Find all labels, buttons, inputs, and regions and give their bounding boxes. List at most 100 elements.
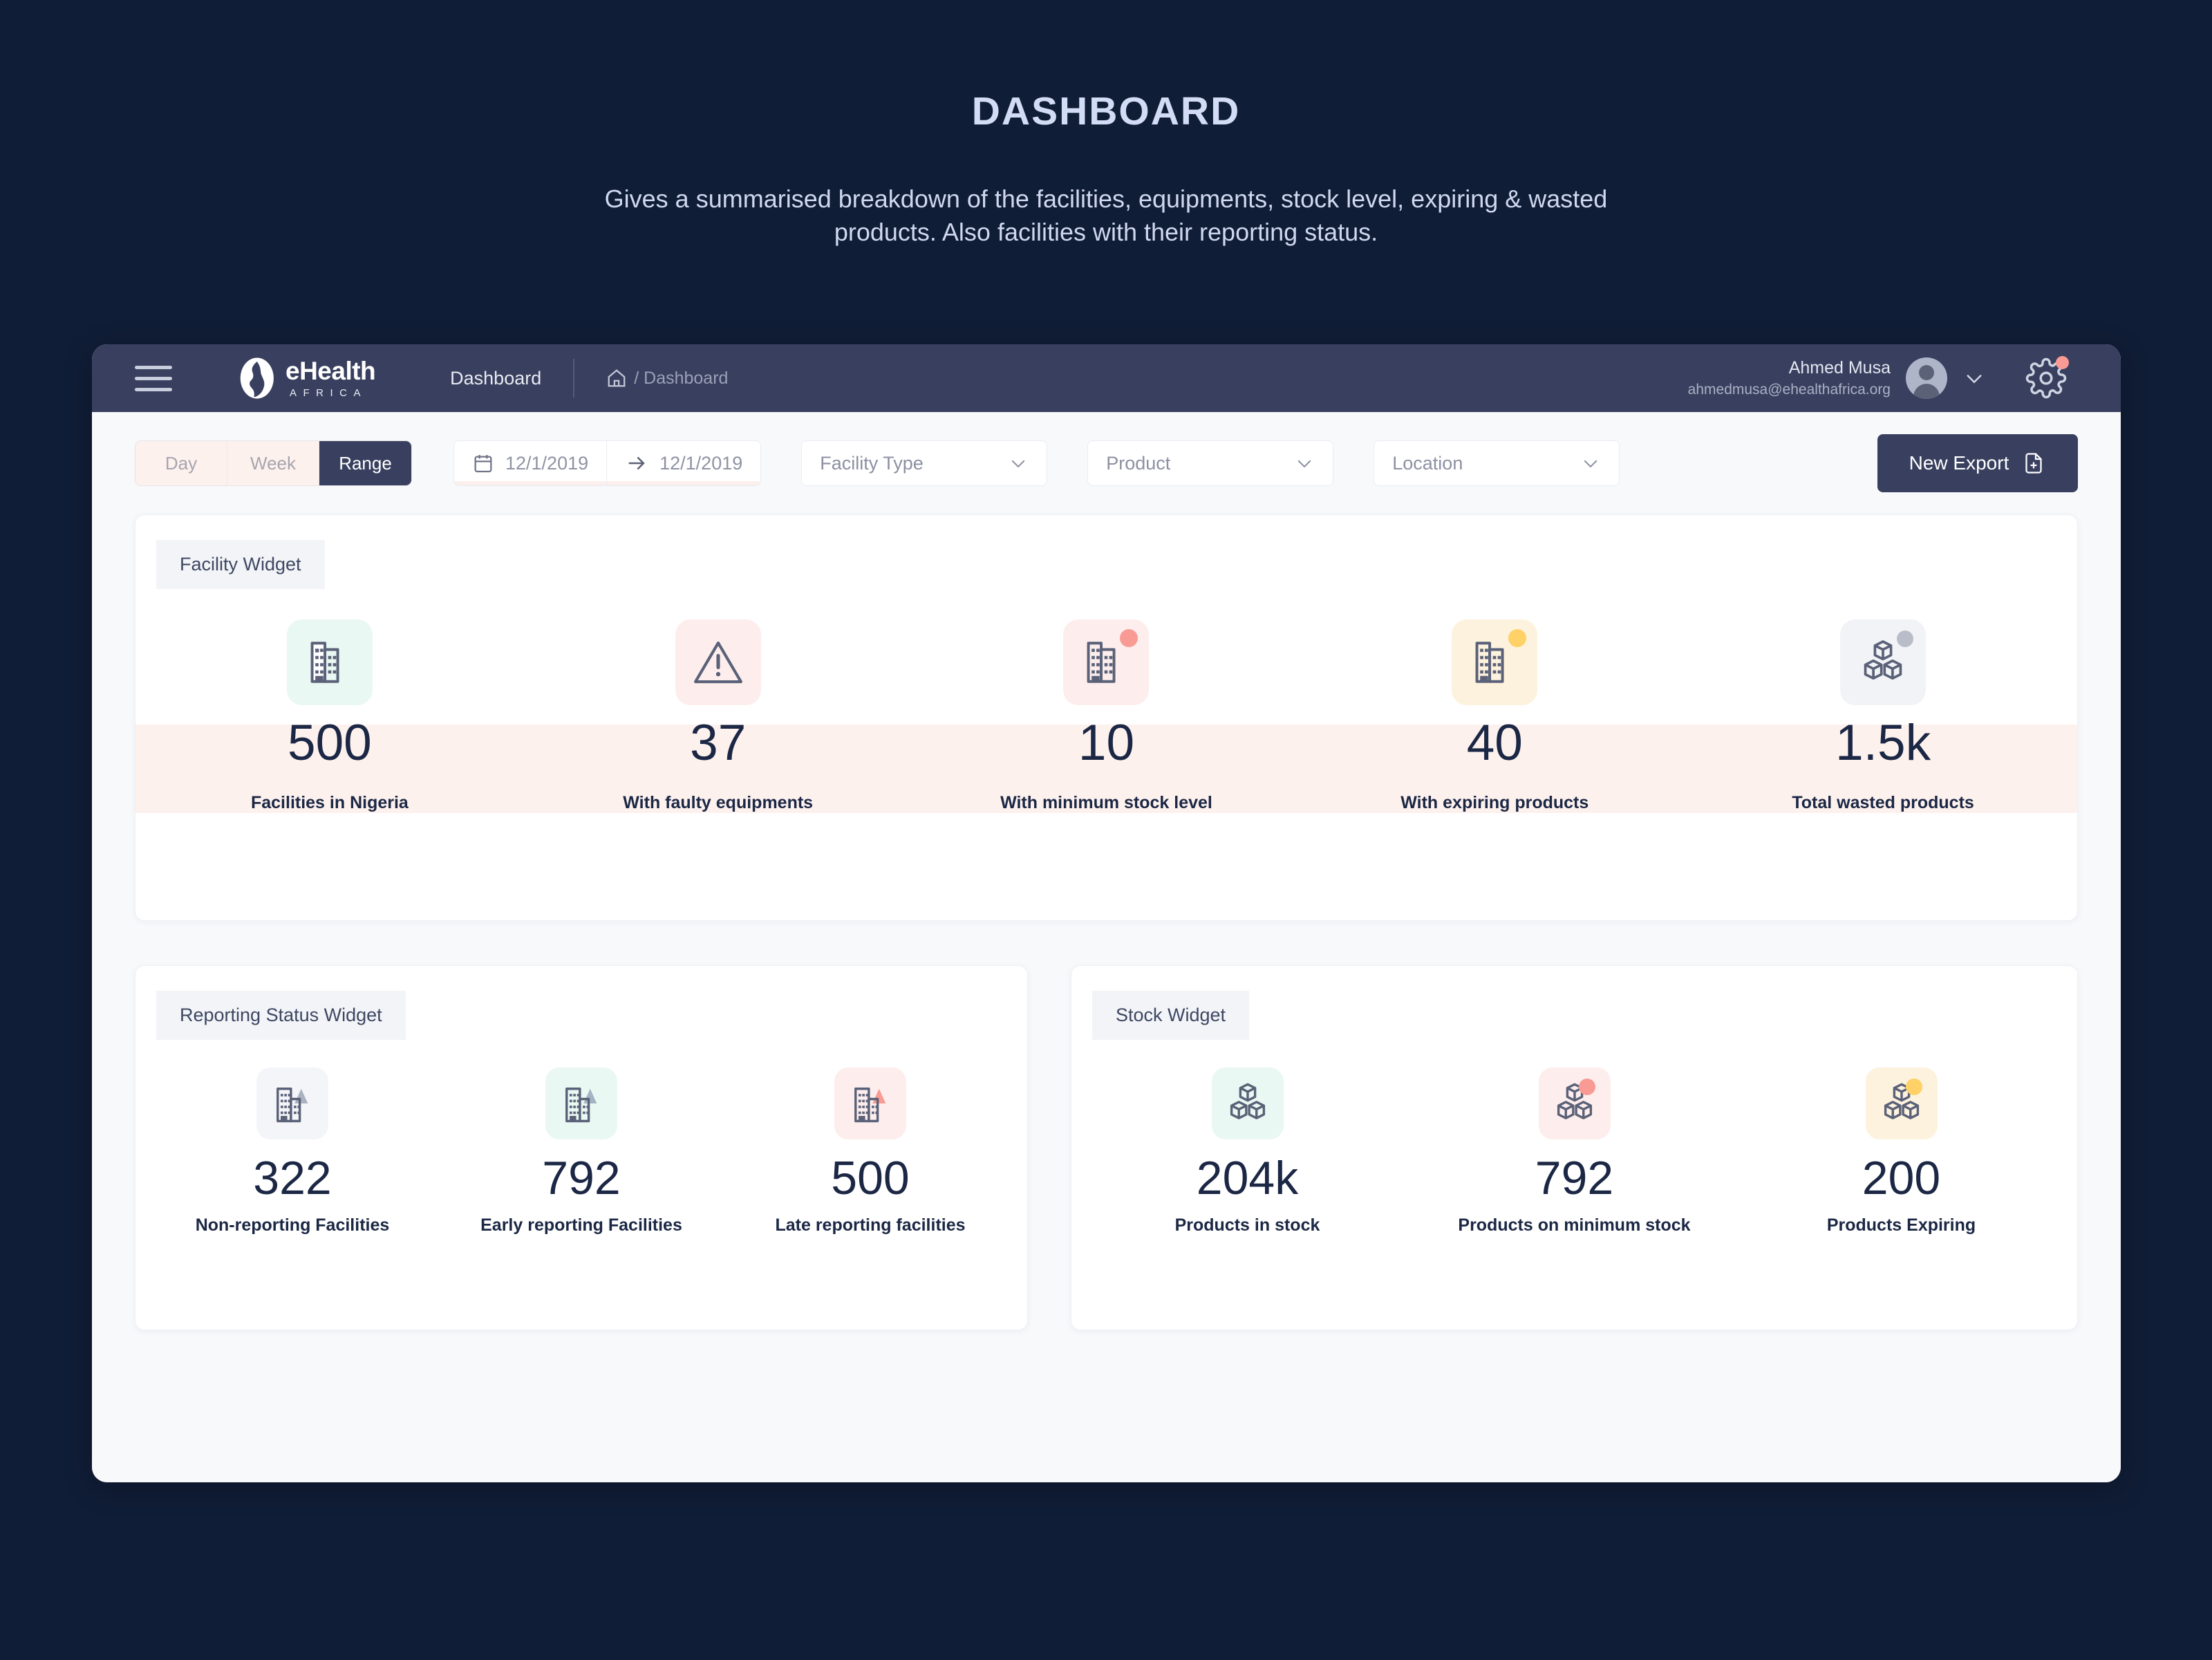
brand-name: eHealth: [285, 356, 376, 385]
status-badge: [1508, 629, 1527, 647]
reporting-stat-row: 322 Non-reporting Facilities 792 Early r…: [135, 1067, 1027, 1235]
boxes-icon: [1840, 619, 1927, 705]
user-meta: Ahmed Musa ahmedmusa@ehealthafrica.org: [1688, 357, 1891, 400]
boxes-icon: [1538, 1067, 1611, 1139]
stat-label: Products Expiring: [1826, 1215, 1976, 1235]
chevron-down-icon[interactable]: [1962, 366, 1986, 390]
status-badge: [1897, 631, 1914, 647]
stat-value: 200: [1862, 1152, 1941, 1204]
breadcrumb-text: / Dashboard: [634, 368, 729, 388]
stat-facilities-in-nigeria[interactable]: 500 Facilities in Nigeria: [135, 619, 524, 813]
ehealth-globe-icon: [240, 357, 274, 399]
stock-stat-row: 204k Products in stock 792 Products on m…: [1071, 1067, 2077, 1235]
settings-button[interactable]: [2025, 356, 2069, 399]
facility-widget-card: Facility Widget 500 Facilities in Nigeri…: [135, 514, 2078, 921]
page-root: DASHBOARD Gives a summarised breakdown o…: [0, 0, 2212, 1660]
stat-value: 40: [1466, 715, 1523, 771]
select-location[interactable]: Location: [1374, 440, 1620, 486]
breadcrumb: / Dashboard: [606, 368, 728, 389]
segment-range[interactable]: Range: [319, 441, 411, 485]
stock-widget-card: Stock Widget 204k Products in stock 792 …: [1071, 965, 2078, 1330]
select-location-label: Location: [1392, 452, 1463, 474]
stat-label: Early reporting Facilities: [480, 1215, 682, 1235]
brand-text: eHealth AFRICA: [285, 356, 376, 399]
stat-products-in-stock[interactable]: 204k Products in stock: [1084, 1067, 1411, 1235]
facility-widget-body: 500 Facilities in Nigeria 37 With faulty…: [135, 589, 2077, 813]
building-icon: [1063, 619, 1150, 705]
page-title: DASHBOARD: [971, 89, 1241, 133]
hero-section: DASHBOARD Gives a summarised breakdown o…: [0, 0, 2212, 249]
stat-label: Non-reporting Facilities: [195, 1215, 390, 1235]
stat-label: Late reporting facilities: [775, 1215, 966, 1235]
file-plus-icon: [2025, 453, 2042, 474]
stat-products-expiring[interactable]: 200 Products Expiring: [1738, 1067, 2065, 1235]
stat-label: With faulty equipments: [623, 793, 814, 812]
filter-bar: Day Week Range 12/1/2019 12/1/2019 Facil…: [135, 412, 2078, 514]
select-product[interactable]: Product: [1087, 440, 1334, 486]
reporting-status-widget-card: Reporting Status Widget 322 Non-reportin…: [135, 965, 1028, 1330]
stat-minimum-stock-level[interactable]: 10 With minimum stock level: [912, 619, 1301, 813]
stock-widget-tag: Stock Widget: [1092, 991, 1250, 1040]
stat-faulty-equipments[interactable]: 37 With faulty equipments: [524, 619, 912, 813]
status-badge: [1120, 629, 1138, 647]
segment-week[interactable]: Week: [227, 441, 319, 485]
date-end-value: 12/1/2019: [659, 452, 743, 474]
reporting-widget-tag: Reporting Status Widget: [156, 991, 406, 1040]
settings-notification-badge: [2056, 356, 2069, 369]
boxes-icon: [1865, 1067, 1938, 1139]
stat-value: 204k: [1196, 1152, 1299, 1204]
user-menu[interactable]: Ahmed Musa ahmedmusa@ehealthafrica.org: [1688, 357, 1986, 400]
home-icon[interactable]: [606, 368, 627, 389]
date-range-inputs: 12/1/2019 12/1/2019: [453, 440, 762, 486]
facility-stat-row: 500 Facilities in Nigeria 37 With faulty…: [135, 619, 2077, 813]
stat-label: Products on minimum stock: [1458, 1215, 1691, 1235]
stock-widget-body: 204k Products in stock 792 Products on m…: [1071, 1040, 2077, 1235]
nav-divider: [573, 359, 575, 398]
date-end-input[interactable]: 12/1/2019: [606, 441, 761, 485]
chevron-down-icon: [1297, 460, 1311, 468]
top-navigation-bar: eHealth AFRICA Dashboard / Dashboard Ahm…: [92, 344, 2121, 412]
stat-label: Total wasted products: [1792, 793, 1974, 812]
stat-products-on-minimum-stock[interactable]: 792 Products on minimum stock: [1411, 1067, 1738, 1235]
lower-widgets-row: Reporting Status Widget 322 Non-reportin…: [135, 965, 2078, 1330]
brand-logo-group: eHealth AFRICA: [234, 354, 376, 402]
select-facility-type[interactable]: Facility Type: [801, 440, 1048, 486]
building-triangle-icon: [834, 1067, 906, 1139]
boxes-icon: [1211, 1067, 1284, 1139]
user-name: Ahmed Musa: [1788, 357, 1891, 377]
stat-value: 1.5k: [1835, 715, 1931, 771]
stat-value: 10: [1078, 715, 1135, 771]
hamburger-icon[interactable]: [135, 365, 172, 391]
stat-early-reporting-facilities[interactable]: 792 Early reporting Facilities: [437, 1067, 726, 1235]
segment-day[interactable]: Day: [135, 441, 227, 485]
stat-non-reporting-facilities[interactable]: 322 Non-reporting Facilities: [148, 1067, 437, 1235]
building-icon: [1452, 619, 1538, 705]
date-start-value: 12/1/2019: [505, 452, 589, 474]
building-triangle-icon: [545, 1067, 617, 1139]
warning-triangle-icon: [675, 619, 761, 705]
stat-label: With expiring products: [1400, 793, 1589, 812]
date-range-segmented-control: Day Week Range: [135, 440, 412, 486]
chevron-down-icon: [1584, 460, 1597, 468]
calendar-icon: [474, 455, 492, 473]
facility-widget-tag: Facility Widget: [156, 540, 325, 589]
stat-total-wasted-products[interactable]: 1.5k Total wasted products: [1689, 619, 2077, 813]
nav-link-dashboard[interactable]: Dashboard: [450, 368, 541, 389]
new-export-label: New Export: [1909, 452, 2009, 474]
stat-expiring-products[interactable]: 40 With expiring products: [1300, 619, 1689, 813]
reporting-widget-body: 322 Non-reporting Facilities 792 Early r…: [135, 1040, 1027, 1235]
brand-subtitle: AFRICA: [290, 386, 368, 399]
stat-value: 792: [542, 1152, 621, 1204]
app-body: Day Week Range 12/1/2019 12/1/2019 Facil…: [92, 412, 2121, 1482]
chevron-down-icon: [1011, 460, 1025, 468]
stat-value: 792: [1535, 1152, 1614, 1204]
avatar[interactable]: [1906, 357, 1947, 399]
stat-label: Products in stock: [1174, 1215, 1320, 1235]
stat-label: Facilities in Nigeria: [250, 793, 409, 812]
stat-value: 322: [253, 1152, 332, 1204]
new-export-button[interactable]: New Export: [1877, 434, 2078, 492]
select-product-label: Product: [1106, 452, 1171, 474]
stat-late-reporting-facilities[interactable]: 500 Late reporting facilities: [726, 1067, 1015, 1235]
date-start-input[interactable]: 12/1/2019: [454, 441, 607, 485]
page-subtitle: Gives a summarised breakdown of the faci…: [604, 185, 1608, 247]
